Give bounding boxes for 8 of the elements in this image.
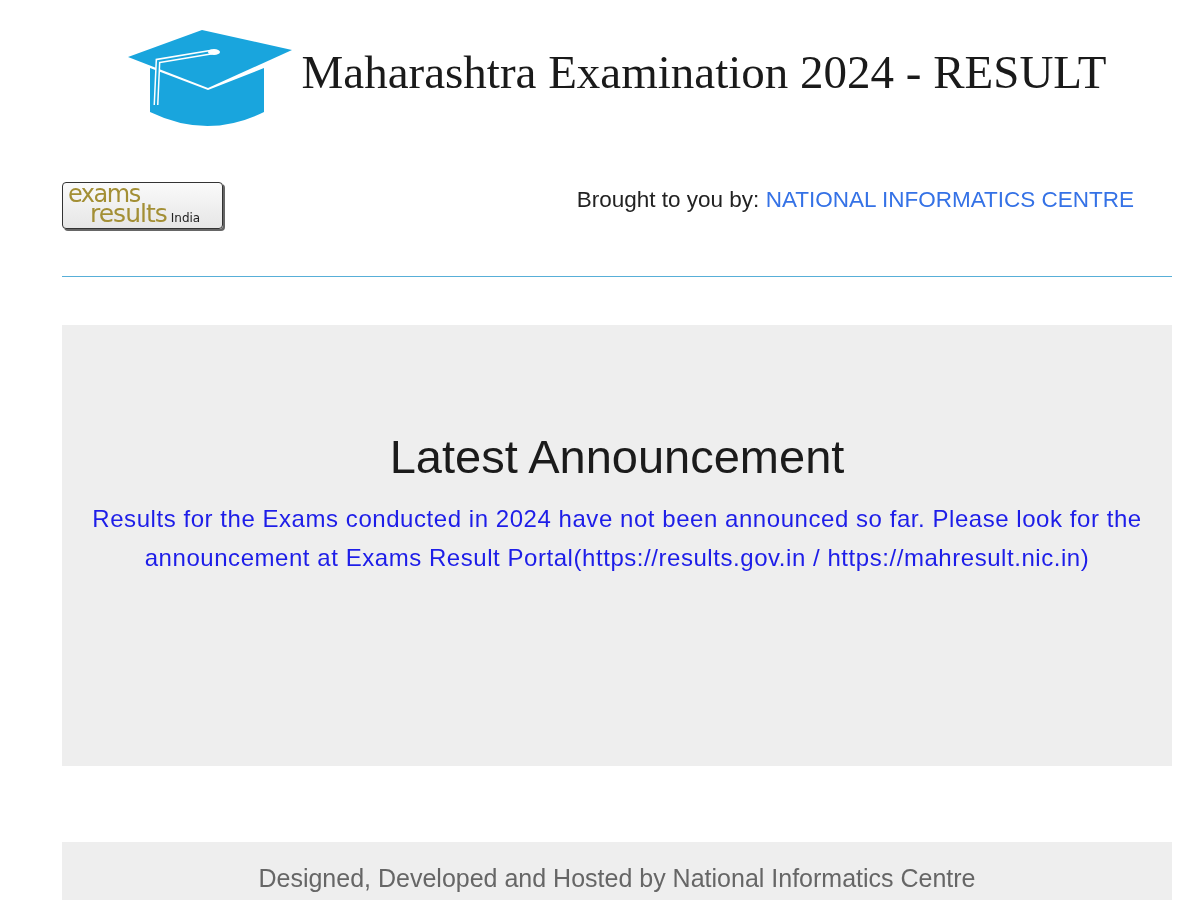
exams-results-logo: exams results India bbox=[62, 182, 223, 229]
footer-text: Designed, Developed and Hosted by National Informatics Centre bbox=[257, 863, 977, 893]
nic-link[interactable]: NATIONAL INFORMATICS CENTRE bbox=[765, 187, 1134, 212]
graduation-cap-icon bbox=[127, 29, 292, 126]
announcement-heading: Latest Announcement bbox=[388, 431, 846, 483]
page-title: Maharashtra Examination 2024 - RESULT bbox=[301, 46, 1107, 99]
announcement-message: Results for the Exams conducted in 2024 have not been announced so far. Please look for the announcement at Exams Result Portal(https://results.gov.in / https://mahresult.nic.in) bbox=[91, 503, 1143, 573]
credit-label: Brought to you by: bbox=[576, 187, 760, 212]
